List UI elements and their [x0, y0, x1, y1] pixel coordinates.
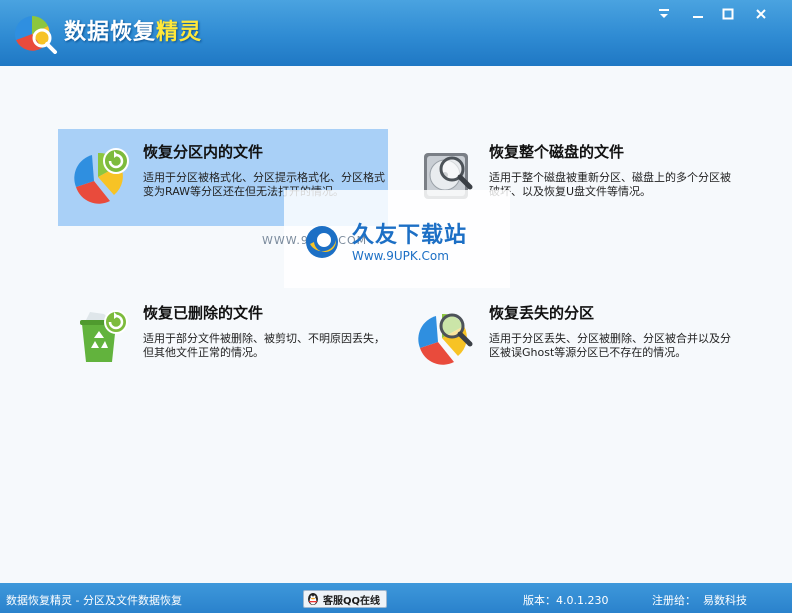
- maximize-icon: [722, 8, 734, 20]
- close-button[interactable]: [749, 4, 773, 24]
- minimize-button[interactable]: [686, 4, 710, 24]
- option-recover-lost-partitions[interactable]: 恢复丢失的分区 适用于分区丢失、分区被删除、分区被合并以及分区被误Ghost等源…: [404, 290, 734, 387]
- option-description: 适用于整个磁盘被重新分区、磁盘上的多个分区被破坏、以及恢复U盘文件等情况。: [489, 171, 731, 198]
- status-registered-value: 易数科技: [703, 594, 747, 607]
- partition-pie-restore-icon: [74, 148, 129, 204]
- app-title-highlight: 精灵: [156, 20, 203, 45]
- status-registered-label: 注册给：: [652, 594, 696, 607]
- close-icon: [756, 9, 766, 19]
- option-description: 适用于部分文件被删除、被剪切、不明原因丢失，但其他文件正常的情况。: [143, 332, 385, 359]
- status-app-info: 数据恢复精灵 - 分区及文件数据恢复: [6, 594, 182, 607]
- qq-support-label: 客服QQ在线: [323, 595, 381, 607]
- maximize-button[interactable]: [716, 4, 740, 24]
- menu-button[interactable]: [652, 4, 676, 24]
- option-title: 恢复整个磁盘的文件: [489, 143, 625, 161]
- option-recover-deleted-files[interactable]: 恢复已删除的文件 适用于部分文件被删除、被剪切、不明原因丢失，但其他文件正常的情…: [58, 290, 388, 387]
- watermark-logo-icon: [306, 226, 338, 258]
- app-logo-icon: [14, 16, 57, 54]
- qq-penguin-icon: [308, 593, 318, 605]
- app-title: 数据恢复精灵: [64, 14, 202, 46]
- watermark-name: 久友下载站: [352, 223, 468, 248]
- app-title-main: 数据恢复: [64, 20, 157, 45]
- title-bar: 数据恢复精灵: [0, 0, 792, 66]
- option-title: 恢复分区内的文件: [143, 143, 264, 161]
- option-title: 恢复丢失的分区: [489, 304, 595, 322]
- qq-support-button[interactable]: 客服QQ在线: [303, 590, 387, 608]
- recycle-bin-restore-icon: [80, 310, 128, 362]
- option-description: 适用于分区丢失、分区被删除、分区被合并以及分区被误Ghost等源分区已不存在的情…: [489, 332, 731, 359]
- watermark-url: Www.9UPK.Com: [352, 249, 449, 263]
- menu-dropdown-icon: [659, 9, 669, 18]
- status-bar: 数据恢复精灵 - 分区及文件数据恢复 客服QQ在线 版本：4.0.1.230 注…: [0, 583, 792, 613]
- partition-magnifier-icon: [418, 313, 473, 365]
- minimize-icon: [693, 16, 703, 18]
- option-title: 恢复已删除的文件: [143, 304, 264, 322]
- status-version: 版本：4.0.1.230: [523, 594, 609, 607]
